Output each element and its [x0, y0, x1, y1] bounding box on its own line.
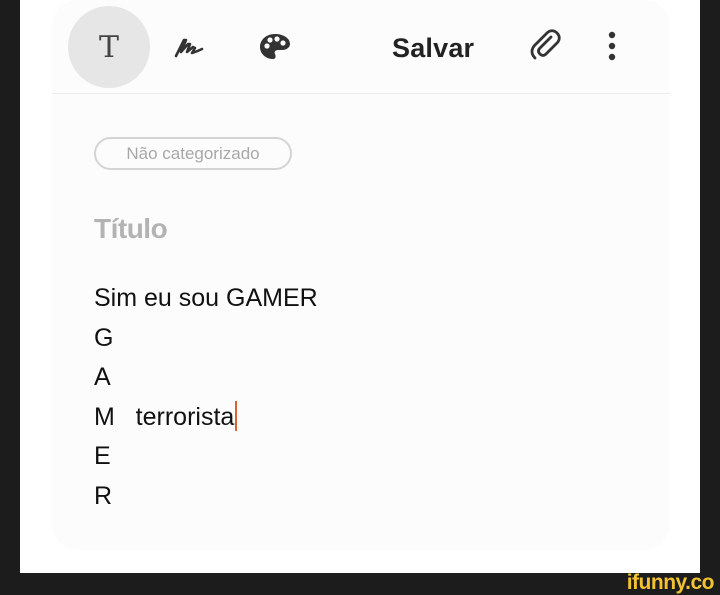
note-body-line: M terrorista: [94, 398, 318, 438]
text-mode-button[interactable]: T: [68, 6, 150, 88]
note-title-field[interactable]: Título: [94, 213, 168, 245]
text-cursor: [235, 400, 238, 431]
editor-toolbar: T Salvar: [52, 0, 670, 94]
category-chip[interactable]: Não categorizado: [94, 137, 292, 170]
note-editor-card: T Salvar Não categorizado Título Sim eu …: [52, 0, 670, 550]
ifunny-watermark: ifunny.co: [626, 571, 715, 594]
note-body-line: R: [94, 481, 113, 510]
attach-button[interactable]: [526, 26, 566, 66]
note-body-line-text: M terrorista: [94, 402, 235, 431]
note-body-line: E: [94, 442, 111, 470]
app-background: T Salvar Não categorizado Título Sim eu …: [20, 0, 700, 573]
more-options-button[interactable]: [597, 26, 627, 66]
note-body[interactable]: Sim eu sou GAMER G A M terrorista E R: [94, 279, 318, 516]
note-body-line: Sim eu sou GAMER: [94, 284, 318, 312]
note-body-line: A: [94, 363, 111, 391]
palette-icon: [260, 34, 290, 59]
note-body-line: G: [94, 323, 114, 352]
handwriting-button[interactable]: [170, 27, 210, 67]
toolbar-divider: [52, 93, 670, 94]
save-button[interactable]: Salvar: [392, 28, 474, 68]
color-palette-button[interactable]: [255, 27, 295, 67]
paperclip-icon: [530, 29, 561, 60]
handwriting-icon: [174, 38, 204, 58]
text-format-icon: T: [98, 29, 119, 65]
more-vertical-icon: [608, 31, 616, 61]
